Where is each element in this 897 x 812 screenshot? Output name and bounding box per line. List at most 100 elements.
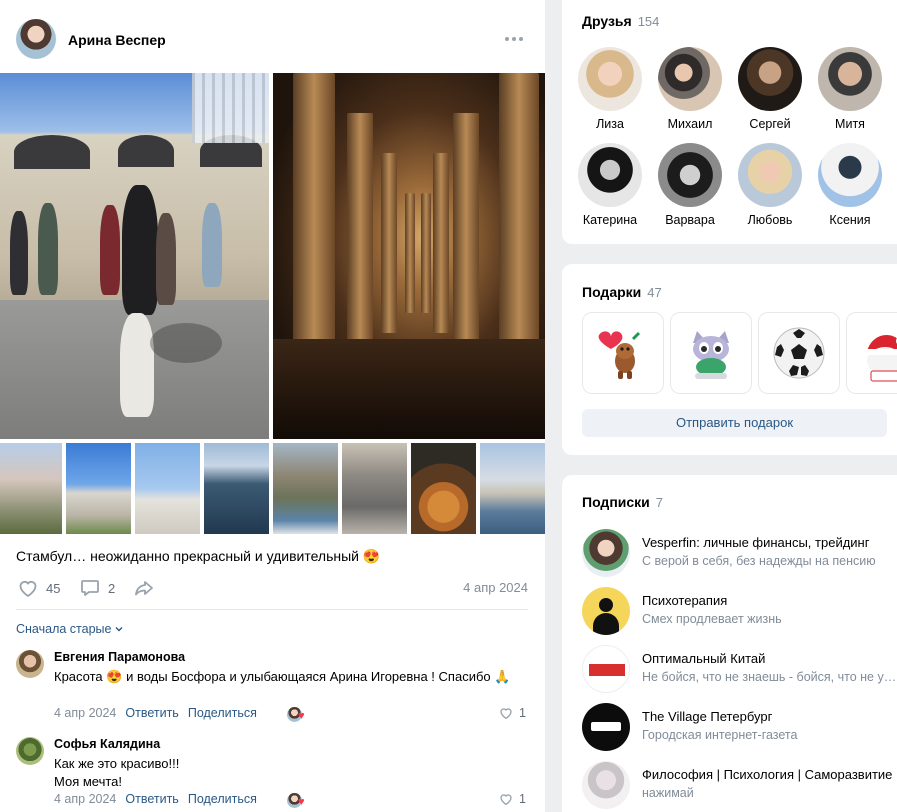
- comment-text: Как же это красиво!!! Моя мечта!: [54, 755, 524, 791]
- subscription-item[interactable]: The Village Петербург Городская интернет…: [582, 701, 897, 751]
- friends-title[interactable]: Друзья 154: [582, 13, 659, 29]
- subscription-name: Философия | Психология | Саморазвитие: [642, 767, 893, 782]
- chevron-down-icon: [115, 627, 123, 632]
- subscription-item[interactable]: Оптимальный Китай Не бойся, что не знаеш…: [582, 643, 897, 693]
- post-header: Арина Веспер: [0, 0, 545, 73]
- friend-avatar: [578, 47, 642, 111]
- friend-item[interactable]: Лиза: [570, 47, 650, 137]
- commenter-avatar[interactable]: [16, 737, 44, 765]
- heart-icon: [19, 581, 37, 598]
- subscription-description: нажимай: [642, 786, 694, 800]
- divider: [16, 609, 528, 610]
- subscription-avatar: [582, 703, 630, 751]
- post-photo-10[interactable]: [480, 443, 545, 534]
- post-photo-2[interactable]: [273, 73, 545, 439]
- comment-author[interactable]: Евгения Парамонова: [54, 650, 185, 664]
- like-button[interactable]: 45: [16, 576, 60, 600]
- subscription-avatar: [582, 587, 630, 635]
- more-options-icon[interactable]: [503, 30, 525, 48]
- post-date[interactable]: 4 апр 2024: [463, 580, 528, 595]
- subscription-description: Смех продлевает жизнь: [642, 612, 782, 626]
- friend-item[interactable]: Михаил: [650, 47, 730, 137]
- friend-item[interactable]: Сергей: [730, 47, 810, 137]
- subscriptions-title-label: Подписки: [582, 494, 650, 510]
- comment-meta: 4 апр 2024 Ответить Поделиться: [54, 792, 257, 806]
- comment-date[interactable]: 4 апр 2024: [54, 706, 116, 720]
- post-photo-7[interactable]: [273, 443, 338, 534]
- reacted-avatars[interactable]: ♥: [286, 705, 312, 725]
- comments-sort-toggle[interactable]: Сначала старые: [16, 622, 124, 636]
- send-gift-button[interactable]: Отправить подарок: [582, 409, 887, 437]
- comment-count: 2: [108, 580, 116, 596]
- friend-avatar: [818, 47, 882, 111]
- reacted-avatars[interactable]: ♥: [286, 791, 312, 811]
- friend-avatar: [738, 47, 802, 111]
- share-link[interactable]: Поделиться: [188, 792, 257, 806]
- comment-text-line: Моя мечта!: [54, 774, 123, 789]
- comment-author[interactable]: Софья Калядина: [54, 737, 160, 751]
- subscription-description: Не бойся, что не знаешь - бойся, что не …: [642, 670, 897, 684]
- friend-name: Любовь: [747, 213, 793, 227]
- subscription-avatar: [582, 529, 630, 577]
- subscription-item[interactable]: Психотерапия Смех продлевает жизнь: [582, 585, 897, 635]
- friend-item[interactable]: Любовь: [730, 143, 810, 233]
- friend-avatar: [818, 143, 882, 207]
- subscription-description: С верой в себя, без надежды на пенсию: [642, 554, 876, 568]
- subscription-name: Психотерапия: [642, 593, 728, 608]
- subscription-item[interactable]: Vesperfin: личные финансы, трейдинг С ве…: [582, 527, 897, 577]
- subscriptions-title[interactable]: Подписки 7: [582, 494, 663, 510]
- friend-item[interactable]: Катерина: [570, 143, 650, 233]
- subscription-avatar: [582, 761, 630, 809]
- post-photo-8[interactable]: [342, 443, 407, 534]
- friend-avatar: [578, 143, 642, 207]
- friend-name: Катерина: [582, 213, 638, 227]
- friend-item[interactable]: Ксения: [810, 143, 890, 233]
- reply-link[interactable]: Ответить: [125, 792, 178, 806]
- share-link[interactable]: Поделиться: [188, 706, 257, 720]
- share-icon: [135, 581, 153, 596]
- friend-name: Варвара: [665, 213, 715, 227]
- post-photo-3[interactable]: [0, 443, 62, 534]
- gift-item[interactable]: [582, 312, 664, 394]
- subscription-item[interactable]: Философия | Психология | Саморазвитие на…: [582, 759, 897, 809]
- share-button[interactable]: [132, 576, 156, 600]
- comment-like-count: 1: [519, 706, 526, 720]
- comment-date[interactable]: 4 апр 2024: [54, 792, 116, 806]
- comment: Евгения Парамонова Красота 😍 и воды Босф…: [16, 650, 528, 730]
- heart-badge-icon: ♥: [298, 796, 305, 808]
- gifts-card: Подарки 47 Отправить подарок: [562, 264, 897, 455]
- subscriptions-card: Подписки 7 Vesperfin: личные финансы, тре…: [562, 475, 897, 812]
- gift-item[interactable]: [846, 312, 897, 394]
- comment-text-line: Как же это красиво!!!: [54, 756, 180, 771]
- santa-gift-icon: [863, 335, 897, 382]
- commenter-avatar[interactable]: [16, 650, 44, 678]
- comment-icon: [81, 580, 99, 596]
- gift-item[interactable]: [758, 312, 840, 394]
- comment-like-button[interactable]: 1: [498, 791, 526, 807]
- post-photo-6[interactable]: [204, 443, 269, 534]
- comment-button[interactable]: 2: [78, 576, 115, 600]
- post-actions: 45 2 4 апр 2024: [16, 576, 528, 600]
- friend-item[interactable]: Варвара: [650, 143, 730, 233]
- post-photo-4[interactable]: [66, 443, 131, 534]
- gifts-count: 47: [647, 285, 662, 300]
- heart-icon: [500, 794, 512, 806]
- heart-icon: [500, 708, 512, 720]
- reply-link[interactable]: Ответить: [125, 706, 178, 720]
- post-photo-5[interactable]: [135, 443, 200, 534]
- comment-meta: 4 апр 2024 Ответить Поделиться: [54, 706, 257, 720]
- author-avatar[interactable]: [16, 19, 56, 59]
- cat-gift-icon: [693, 331, 729, 379]
- friends-title-label: Друзья: [582, 13, 632, 29]
- friend-item[interactable]: Митя: [810, 47, 890, 137]
- post-text: Стамбул… неожиданно прекрасный и удивите…: [16, 548, 381, 564]
- post-photo-1[interactable]: [0, 73, 269, 439]
- subscription-description: Городская интернет-газета: [642, 728, 798, 742]
- comment-like-button[interactable]: 1: [498, 705, 526, 721]
- post-photo-9[interactable]: [411, 443, 476, 534]
- friend-name: Сергей: [749, 117, 791, 131]
- gift-item[interactable]: [670, 312, 752, 394]
- gifts-title[interactable]: Подарки 47: [582, 284, 662, 300]
- subscription-name: Vesperfin: личные финансы, трейдинг: [642, 535, 870, 550]
- author-name[interactable]: Арина Веспер: [68, 32, 166, 48]
